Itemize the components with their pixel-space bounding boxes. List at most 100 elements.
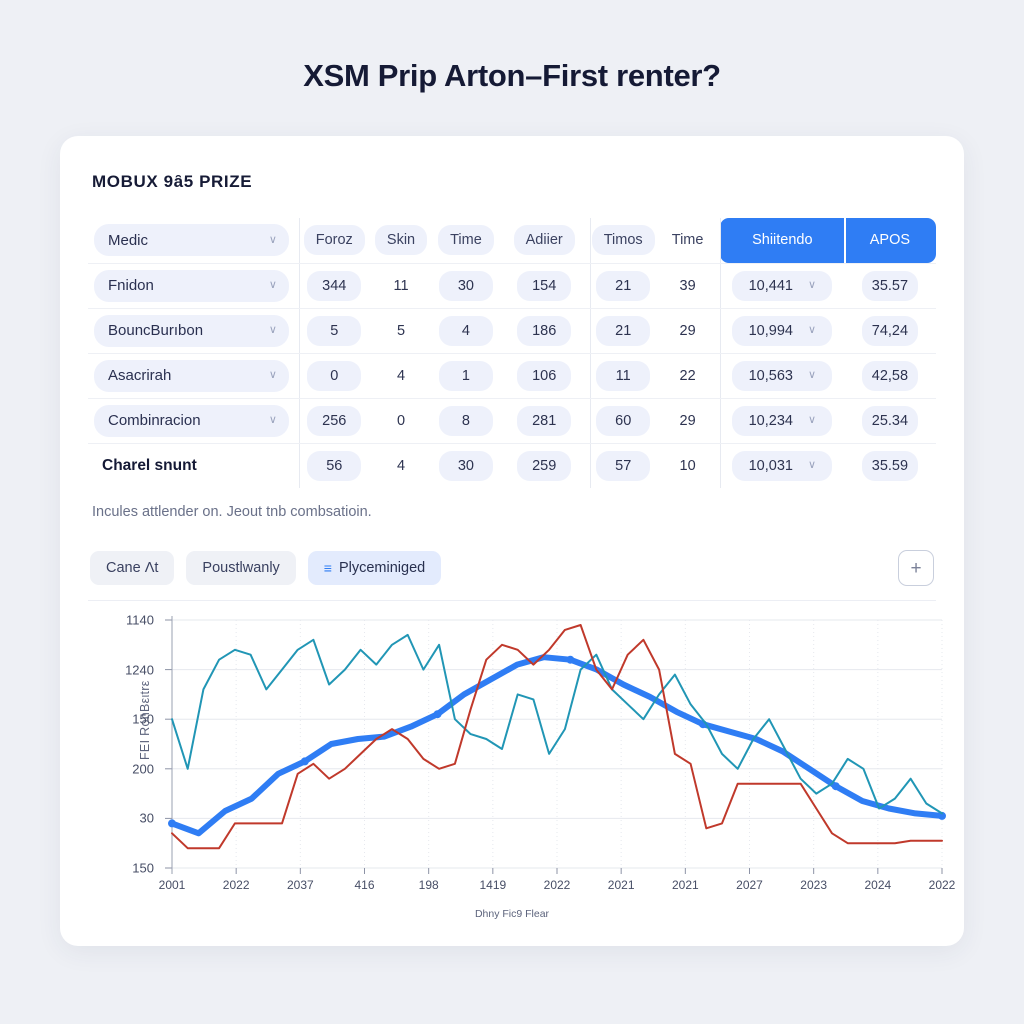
column-select-label: Medic — [108, 231, 149, 249]
cell-inner: 22 — [655, 361, 719, 391]
cell-inner: 30 — [433, 270, 498, 301]
table-cell: 60 — [590, 398, 656, 444]
table-cell-name[interactable]: Fnidon ∨ — [88, 263, 300, 309]
table-cell: 259 — [498, 443, 590, 488]
screenshot-root: XSM Prip Arton–First renter? MOBUX 9ȃ5 P… — [0, 0, 1024, 1024]
cell-value[interactable]: 10,441 ∨ — [732, 270, 833, 301]
table-cell-name[interactable]: Combinracion ∨ — [88, 398, 300, 444]
cell-inner: 4 — [369, 361, 434, 391]
table-header-label: Time — [438, 225, 494, 256]
column-select-medic[interactable]: Medic ∨ — [94, 224, 289, 257]
cell-inner: 1 — [433, 360, 498, 391]
row-select-2[interactable]: Asacrirah ∨ — [94, 359, 289, 392]
cell-inner: 106 — [498, 360, 590, 391]
chips-divider — [88, 600, 936, 601]
filter-chip-1[interactable]: Poustlwanly — [186, 551, 296, 585]
table-row[interactable]: Asacrirah ∨ 0 4 1 106 11 22 10,563 ∨ 42,58 — [88, 353, 936, 399]
cell-inner: 35.57 — [844, 270, 936, 301]
row-name-label: Asacrirah — [108, 367, 172, 384]
filter-chip-0[interactable]: Cane Λt — [90, 551, 175, 585]
cell-value[interactable]: 10,031 ∨ — [732, 450, 833, 481]
table-row[interactable]: Charel snunt 56 4 30 259 57 10 10,031 ∨ 35.59 — [88, 443, 936, 488]
table-header-cell-0[interactable]: Medic ∨ — [88, 218, 300, 264]
table-header-cell-4[interactable]: Adiier — [498, 218, 591, 264]
chevron-down-icon: ∨ — [268, 369, 277, 381]
chart-plot — [165, 616, 946, 874]
cell-value: 256 — [307, 405, 362, 436]
table-row[interactable]: Combinracion ∨ 256 0 8 281 60 29 10,234 ∨ 25.34 — [88, 398, 936, 444]
cell-value[interactable]: 10,234 ∨ — [732, 405, 833, 436]
table-cell: 0 — [298, 353, 369, 399]
table-header-cell-highlight-8[interactable]: APOS — [843, 218, 936, 264]
cell-value: 39 — [679, 277, 696, 294]
header-cell-inner: Time — [433, 225, 498, 256]
cell-inner: 10,563 ∨ — [721, 360, 844, 391]
cell-value: 21 — [596, 270, 651, 301]
cell-inner: 21 — [591, 270, 655, 301]
chevron-down-icon: ∨ — [807, 324, 817, 336]
header-cell-inner: Adiier — [498, 225, 590, 256]
table-cell: 4 — [433, 308, 499, 354]
cell-value: 22 — [679, 367, 696, 384]
cell-value: 0 — [307, 360, 362, 391]
table-header-cell-5[interactable]: Timos — [590, 218, 656, 264]
cell-value: 25.34 — [861, 405, 919, 436]
table-cell-name[interactable]: BouncBurıbon ∨ — [88, 308, 300, 354]
table-row[interactable]: BouncBurıbon ∨ 5 5 4 186 21 29 10,994 ∨ 74,24 — [88, 308, 936, 354]
cell-inner: 11 — [369, 271, 434, 301]
chart-area: FEI RonBειtrε 1140 1240 150 200 30 150 2001 20… — [74, 610, 955, 936]
table-header-cell-6[interactable]: Time — [655, 218, 721, 264]
cell-value: 29 — [679, 322, 696, 339]
data-table: Medic ∨ Foroz Skin Time Adiier Timos Time Shiite… — [88, 218, 936, 488]
table-cell: 10 — [655, 443, 720, 488]
table-cell: 186 — [498, 308, 591, 354]
cell-inner: 21 — [591, 315, 655, 346]
cell-value: 4 — [396, 367, 406, 384]
cell-inner: 10,031 ∨ — [721, 450, 844, 481]
table-header-cell-1[interactable]: Foroz — [298, 218, 369, 264]
cell-inner: 57 — [591, 450, 655, 481]
cell-value[interactable]: 10,994 ∨ — [732, 315, 833, 346]
table-cell: 256 — [298, 398, 369, 444]
cell-value: 5 — [396, 322, 406, 339]
chevron-down-icon: ∨ — [807, 459, 817, 472]
filter-chip-2[interactable]: ≡ Plyceminiged — [307, 551, 442, 585]
cell-value: 0 — [396, 412, 406, 429]
table-cell-name[interactable]: Charel snunt — [88, 443, 299, 488]
table-header-cell-3[interactable]: Time — [433, 218, 499, 264]
table-header-cell-highlight-7[interactable]: Shiitendo — [719, 218, 844, 264]
cell-inner: 344 — [300, 270, 369, 301]
table-cell: 10,563 ∨ — [719, 353, 844, 399]
chevron-down-icon: ∨ — [807, 414, 817, 426]
cell-value: 30 — [438, 450, 493, 481]
table-cell: 29 — [655, 308, 721, 354]
cell-inner: 5 — [369, 316, 434, 346]
table-cell-name[interactable]: Asacrirah ∨ — [88, 353, 300, 399]
cell-value: 4 — [438, 315, 493, 346]
table-header-cell-2[interactable]: Skin — [368, 218, 434, 264]
row-select-3[interactable]: Combinracion ∨ — [94, 404, 289, 437]
table-header-label: Adiier — [513, 225, 575, 256]
cell-inner: 30 — [433, 450, 498, 481]
cell-value: 11 — [596, 360, 651, 391]
table-cell: 30 — [433, 263, 499, 309]
cell-value: 57 — [596, 450, 651, 481]
cell-value[interactable]: 10,563 ∨ — [732, 360, 833, 391]
cell-inner: 74,24 — [844, 315, 936, 346]
table-body: Fnidon ∨ 344 11 30 1 5 4 21 39 10,441 ∨ 35.57 BouncBu… — [88, 263, 936, 488]
table-cell: 11 — [368, 263, 434, 309]
table-cell: 0 — [368, 398, 434, 444]
table-header-row: Medic ∨ Foroz Skin Time Adiier Timos Time Shiite… — [88, 218, 936, 264]
row-select-0[interactable]: Fnidon ∨ — [94, 269, 289, 302]
cell-inner: 60 — [591, 405, 655, 436]
table-cell: 29 — [655, 398, 721, 444]
row-select-1[interactable]: BouncBurıbon ∨ — [94, 314, 289, 347]
cell-value: 11 — [393, 277, 409, 294]
row-select-4[interactable]: Charel snunt — [94, 450, 289, 482]
cell-value: 344 — [307, 270, 362, 301]
table-cell: 74,24 — [843, 308, 936, 354]
table-row[interactable]: Fnidon ∨ 344 11 30 154 21 39 10,441 ∨ 35.57 — [88, 263, 936, 309]
add-filter-button[interactable]: + — [898, 550, 934, 586]
header-cell-inner: Foroz — [300, 225, 369, 256]
cell-inner: 25.34 — [844, 405, 936, 436]
